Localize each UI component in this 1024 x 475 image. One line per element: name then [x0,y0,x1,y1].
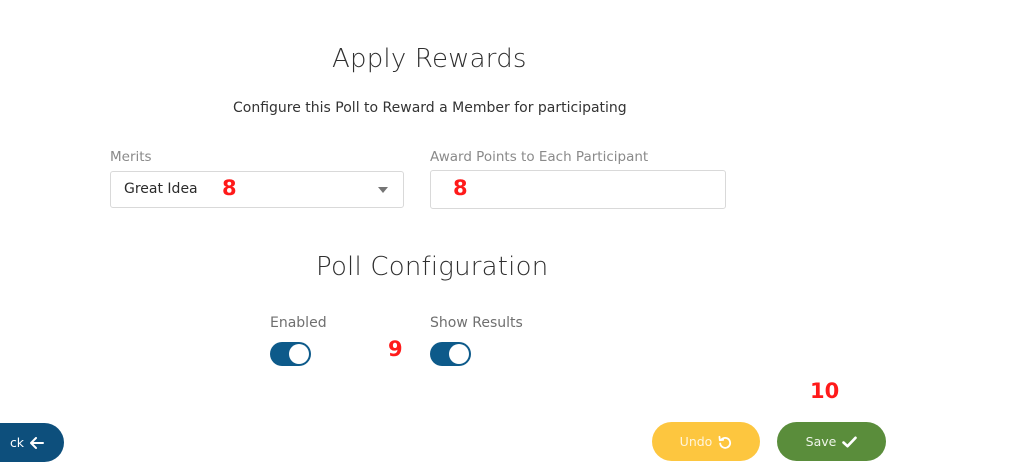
undo-button[interactable]: Undo [652,422,760,461]
annotation-save: 10 [810,379,840,403]
merits-label: Merits [110,149,152,165]
merits-selected-value: Great Idea [124,181,198,197]
save-button-label: Save [805,434,837,449]
back-button-label: ck [9,435,25,450]
arrow-left-icon [30,436,45,449]
toggle-knob [449,344,469,364]
page: Apply Rewards Configure this Poll to Rew… [0,0,1024,475]
annotation-merits: 8 [222,176,237,200]
back-button[interactable]: ck [0,423,64,462]
undo-button-label: Undo [679,434,713,449]
show-results-toggle[interactable] [430,342,471,366]
enabled-label: Enabled [270,315,327,331]
apply-rewards-title: Apply Rewards [332,44,527,74]
toggle-knob [289,344,309,364]
award-points-label: Award Points to Each Participant [430,149,649,165]
save-button[interactable]: Save [777,422,886,461]
poll-configuration-title: Poll Configuration [316,252,549,282]
annotation-toggles: 9 [388,337,403,361]
award-points-input[interactable] [430,170,726,209]
check-icon [842,436,858,448]
undo-icon [718,435,732,449]
merits-select[interactable]: Great Idea [110,171,404,208]
apply-rewards-subtitle: Configure this Poll to Reward a Member f… [233,100,627,116]
annotation-award-points: 8 [453,176,468,200]
show-results-label: Show Results [430,315,523,331]
enabled-toggle[interactable] [270,342,311,366]
caret-down-icon [378,187,388,193]
